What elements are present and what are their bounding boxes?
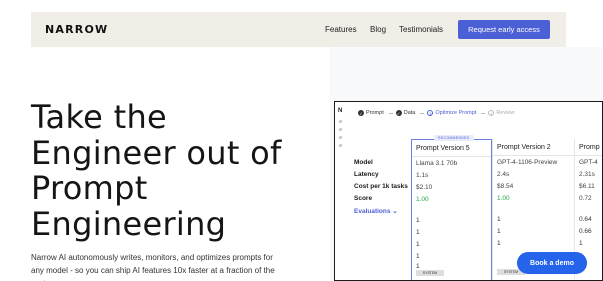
nav-link-testimonials[interactable]: Testimonials — [399, 25, 443, 34]
eval-value: 1 — [416, 263, 420, 270]
latency-value: 2.4s — [497, 171, 510, 178]
model-value: GPT-4-1106-Preview — [497, 159, 558, 166]
chevron-down-icon: ⌄ — [392, 208, 398, 215]
app-logo-icon: N — [338, 108, 343, 114]
cost-value: $6.11 — [579, 183, 595, 190]
prompt-version-column-recommended[interactable]: RECOMMENDED Prompt Version 5 Llama 3.1 7… — [411, 135, 492, 280]
latency-value: 1.1s — [416, 172, 429, 179]
check-icon: ✓ — [395, 110, 402, 116]
step-review[interactable]: 4 Review — [488, 110, 514, 116]
step-connector — [388, 112, 393, 114]
hero-title-line: Engineering — [31, 204, 227, 243]
hero-title-line: Prompt — [31, 169, 148, 207]
top-navbar: NARROW Features Blog Testimonials Reques… — [31, 12, 566, 47]
latency-value: 2.31s — [579, 171, 595, 178]
hero-subtitle-line: Narrow AI autonomously writes, monitors,… — [31, 253, 273, 262]
wizard-stepper: ✓ Prompt ✓ Data 3 Optimize Prompt 4 Revi… — [358, 110, 519, 116]
model-value: GPT-4 — [579, 159, 598, 166]
eval-value: 1 — [416, 217, 420, 224]
step-label: Prompt — [366, 110, 384, 116]
step-prompt[interactable]: ✓ Prompt — [358, 110, 384, 116]
cost-value: $2.10 — [416, 184, 433, 191]
evaluations-label: Evaluations — [354, 208, 391, 215]
step-connector — [481, 112, 486, 114]
row-label-latency: Latency — [354, 171, 379, 178]
divider — [575, 155, 602, 156]
step-number-icon: 3 — [427, 110, 434, 116]
step-label: Review — [496, 110, 515, 116]
model-value: Llama 3.1 70b — [416, 160, 458, 167]
rail-nav-icon[interactable] — [339, 128, 342, 131]
request-early-access-button[interactable]: Request early access — [458, 20, 550, 39]
eval-value: 1 — [497, 216, 501, 223]
score-value: 1.00 — [416, 196, 429, 203]
eval-value: 0.66 — [579, 228, 592, 235]
step-label: Optimize Prompt — [435, 110, 477, 116]
score-value: 1.00 — [497, 195, 510, 202]
app-sidebar-rail: N — [335, 102, 345, 280]
column-title: Prompt Version 2 — [497, 144, 551, 151]
row-label-cost: Cost per 1k tasks — [354, 183, 408, 190]
step-connector — [420, 112, 425, 114]
row-label-model: Model — [354, 159, 373, 166]
eval-value: 1 — [579, 240, 583, 247]
step-optimize-prompt[interactable]: 3 Optimize Prompt — [427, 110, 476, 116]
nav-link-features[interactable]: Features — [325, 25, 357, 34]
score-value: 0.72 — [579, 195, 592, 202]
column-divider — [492, 139, 493, 280]
evaluations-toggle[interactable]: Evaluations ⌄ — [354, 207, 398, 215]
check-icon: ✓ — [358, 110, 364, 116]
hero-subtitle-line: cost — [31, 277, 301, 281]
rail-nav-icon[interactable] — [339, 136, 342, 139]
eval-value: 1 — [416, 253, 420, 260]
hero-title: Take the Engineer out of Prompt Engineer… — [31, 98, 331, 243]
eval-value: 1 — [497, 228, 501, 235]
eval-value: 1 — [497, 240, 501, 247]
system-tag: SYSTEM — [416, 270, 444, 276]
column-title: Promp — [579, 144, 600, 151]
cost-value: $8.54 — [497, 183, 514, 190]
step-number-icon: 4 — [488, 110, 495, 116]
nav-link-blog[interactable]: Blog — [370, 25, 386, 34]
step-label: Data — [403, 110, 416, 116]
column-title: Prompt Version 5 — [416, 145, 470, 152]
eval-value: 0.64 — [579, 216, 592, 223]
divider — [493, 155, 575, 156]
hero-subtitle: Narrow AI autonomously writes, monitors,… — [31, 251, 301, 281]
step-data[interactable]: ✓ Data — [395, 110, 416, 116]
narrow-logo[interactable]: NARROW — [45, 23, 108, 36]
recommended-badge: RECOMMENDED — [434, 135, 474, 141]
rail-nav-icon[interactable] — [339, 144, 342, 147]
eval-value: 1 — [416, 229, 420, 236]
divider — [412, 156, 491, 157]
eval-value: 1 — [416, 241, 420, 248]
book-a-demo-button[interactable]: Book a demo — [517, 252, 587, 274]
rail-nav-icon[interactable] — [339, 120, 342, 123]
row-label-score: Score — [354, 195, 373, 202]
hero-title-line: Engineer out of — [31, 133, 282, 172]
hero-subtitle-line: any model - so you can ship AI features … — [31, 266, 275, 275]
hero-title-line: Take the — [31, 98, 168, 136]
